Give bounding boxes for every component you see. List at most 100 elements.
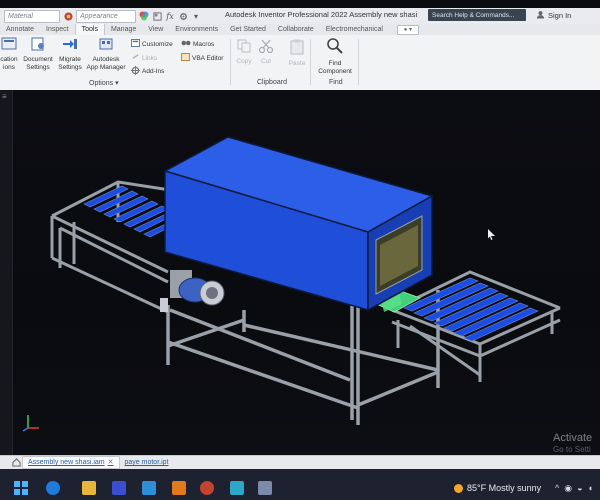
scissors-icon [256,39,276,56]
vba-editor-icon [181,53,190,63]
tab-label: Manage [110,26,137,33]
file-explorer-icon[interactable] [82,481,96,495]
tab-manage[interactable]: Manage [105,24,142,35]
browser-panel-collapsed[interactable]: ≡ [0,90,13,455]
ribbon-separator [310,39,311,85]
windows-start-icon[interactable] [14,481,28,495]
ribbon-tabs: Annotate Inspect Tools Manage View Envir… [0,24,600,35]
paste-button[interactable]: Paste [286,39,308,68]
customize-label: Customize [142,40,173,48]
graphics-viewport[interactable] [0,90,600,455]
volume-icon[interactable]: ◖ [588,483,593,494]
links-button[interactable]: Links [131,53,157,63]
material-dropdown[interactable]: Material [4,9,60,23]
sign-in-button[interactable]: Sign In [536,10,571,21]
ribbon-panel: cation ions Document Settings Migrate Se… [0,35,600,91]
doc-tab-label: paye motor.ipt [124,459,169,466]
doc-tab-label: Assembly new shasi.iam [28,459,105,466]
tab-inspect[interactable]: Inspect [40,24,75,35]
tab-label: Tools [81,26,98,33]
ribbon-separator [358,39,359,85]
customize-button[interactable]: Customize [131,39,173,49]
tab-view[interactable]: View [142,24,169,35]
macros-label: Macros [193,40,215,48]
tab-collaborate[interactable]: Collaborate [272,24,320,35]
tab-tools[interactable]: Tools [74,24,105,35]
network-icon[interactable]: ◉ [564,483,572,494]
options-panel-title[interactable]: Options ▾ [89,79,119,87]
copy-label: Copy [236,58,252,65]
help-search-input[interactable]: Search Help & Commands... [428,9,526,21]
fx-parameters-button[interactable]: fx [165,11,175,21]
tab-label: Collaborate [277,26,314,33]
vba-editor-label: VBA Editor [192,54,224,62]
macros-button[interactable]: Macros [181,39,214,49]
tab-label: View [148,26,164,33]
addins-icon [131,66,140,77]
security-shield-icon[interactable] [230,481,244,495]
window-title: Autodesk Inventor Professional 2022 Asse… [225,10,418,19]
doc-tab-assembly[interactable]: Assembly new shasi.iam ✕ [22,456,120,469]
customize-icon [131,39,140,49]
addins-button[interactable]: Add-Ins [131,66,164,77]
conveyor-assembly-model[interactable] [0,90,600,455]
app-manager-button[interactable]: Autodesk App Manager [84,37,128,72]
tab-label: Electromechanical [325,26,383,33]
tab-get-started[interactable]: Get Started [224,24,272,35]
addins-label: Add-Ins [142,68,165,75]
document-settings-label-2: Settings [26,64,50,71]
user-icon [536,10,545,21]
activate-windows-subtext: Go to Setti [553,445,591,454]
migrate-settings-button[interactable]: Migrate Settings [55,37,85,72]
color-wheel-icon[interactable] [139,11,149,21]
store-icon[interactable] [112,481,126,495]
find-component-button[interactable]: Find Component [314,37,356,76]
tab-label: Inspect [46,26,69,33]
home-icon[interactable] [10,457,22,469]
ribbon-extra-dropdown[interactable]: ● ▾ [396,24,419,35]
application-options-button[interactable]: cation ions [0,37,22,72]
media-player-icon[interactable] [200,481,214,495]
mail-icon[interactable] [142,481,156,495]
settings-icon[interactable] [178,11,188,21]
doc-tab-motor-part[interactable]: paye motor.ipt [120,457,174,468]
mouse-cursor-icon [488,227,496,245]
material-label: Material [8,12,33,20]
vba-editor-button[interactable]: VBA Editor [181,53,223,63]
magnifier-icon [314,37,356,58]
tray-overflow-icon[interactable]: ^ [555,483,559,494]
wifi-icon[interactable]: ◒ [577,483,582,494]
tab-annotate[interactable]: Annotate [0,24,40,35]
tab-label: Get Started [230,26,266,33]
document-settings-button[interactable]: Document Settings [23,37,53,72]
edge-browser-icon[interactable] [46,481,60,495]
app-icon[interactable] [258,481,272,495]
find-component-label-1: Find [328,60,342,67]
document-settings-icon [23,37,53,54]
view-axis-triad [22,412,42,437]
close-icon[interactable]: ✕ [108,457,114,468]
system-tray: ^ ◉ ◒ ◖ [555,483,593,494]
app-manager-label-1: Autodesk [92,56,120,63]
quick-access-toolbar: Material Appearance fx ▾ [0,9,201,23]
macros-icon [181,39,191,49]
hamburger-icon[interactable]: ≡ [2,92,7,101]
cut-button[interactable]: Cut [256,39,276,66]
right-rollers [403,277,539,342]
fx-label: fx [166,11,174,21]
weather-text: 85°F Mostly sunny [467,483,542,493]
tile-icon[interactable] [152,11,162,21]
tab-label: Annotate [6,26,35,33]
copy-button[interactable]: Copy [234,39,254,66]
inventor-taskbar-icon[interactable] [172,481,186,495]
sun-icon [454,483,463,493]
qat-dropdown-icon[interactable]: ▾ [191,11,201,21]
appearance-icon[interactable] [63,11,73,21]
tab-electromechanical[interactable]: Electromechanical [320,24,389,35]
weather-widget[interactable]: 85°F Mostly sunny [454,483,541,493]
title-bar: Material Appearance fx ▾ Autodesk Invent… [0,8,600,25]
document-tabs-bar: Assembly new shasi.iam ✕ paye motor.ipt [0,455,600,469]
tab-environments[interactable]: Environments [169,24,224,35]
activate-windows-watermark: Activate [553,432,593,444]
appearance-dropdown[interactable]: Appearance [76,9,136,23]
